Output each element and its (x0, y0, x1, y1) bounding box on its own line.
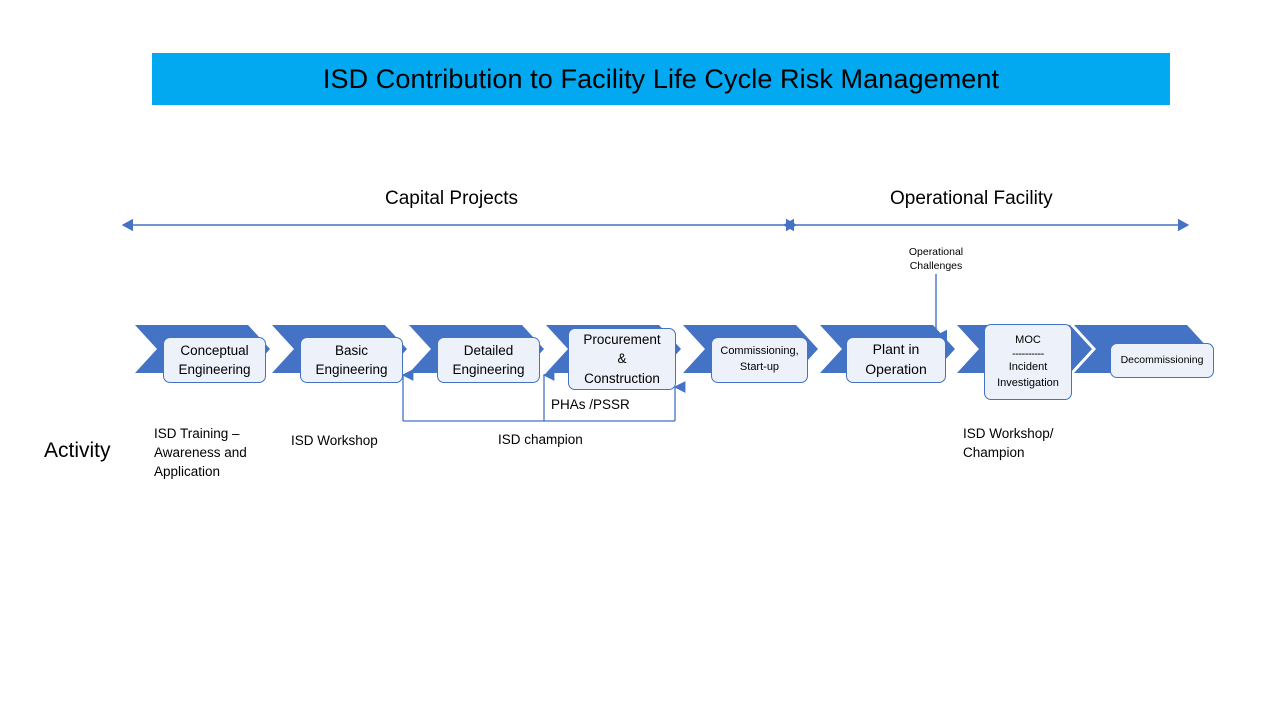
annotation-operational-challenges: Operational Challenges (908, 246, 964, 272)
step-line: Conceptual (180, 342, 249, 358)
step-line: Commissioning, (720, 345, 799, 358)
step-decommissioning[interactable]: Decommissioning (1110, 343, 1214, 378)
activity-row-label: Activity (44, 439, 111, 462)
step-line: Decommissioning (1120, 354, 1204, 367)
step-detailed-engineering[interactable]: Detailed Engineering (437, 337, 540, 383)
step-line: Investigation (997, 376, 1059, 389)
step-basic-engineering[interactable]: Basic Engineering (300, 337, 403, 383)
step-commissioning-startup[interactable]: Commissioning, Start-up (711, 337, 808, 383)
step-line: Detailed (463, 342, 514, 358)
step-line: MOC (1015, 333, 1041, 346)
step-line: Start-up (739, 361, 780, 373)
step-moc-incident-investigation[interactable]: MOC ---------- Incident Investigation (984, 324, 1072, 400)
step-conceptual-engineering[interactable]: Conceptual Engineering (163, 337, 266, 383)
step-line: Procurement (583, 332, 661, 348)
step-line: Incident (1008, 361, 1048, 374)
step-line: Engineering (452, 362, 525, 377)
step-line: Plant in (872, 341, 920, 358)
annotation-isd-workshop: ISD Workshop (291, 433, 378, 448)
annotation-phas-pssr: PHAs /PSSR (551, 397, 630, 412)
step-separator: ---------- (1012, 348, 1044, 361)
step-line: Construction (584, 370, 660, 386)
step-line: Engineering (178, 362, 251, 377)
step-procurement-construction[interactable]: Procurement & Construction (568, 328, 676, 390)
annotation-isd-training: ISD Training – Awareness and Application (154, 426, 247, 480)
slide-canvas: ISD Contribution to Facility Life Cycle … (0, 0, 1280, 720)
annotation-isd-champion: ISD champion (498, 432, 583, 447)
step-plant-in-operation[interactable]: Plant in Operation (846, 337, 946, 383)
step-line: Operation (865, 361, 927, 377)
step-line: & (617, 351, 627, 367)
annotation-isd-workshop-champion: ISD Workshop/ Champion (963, 426, 1054, 461)
step-line: Basic (334, 342, 368, 358)
step-line: Engineering (315, 362, 388, 377)
